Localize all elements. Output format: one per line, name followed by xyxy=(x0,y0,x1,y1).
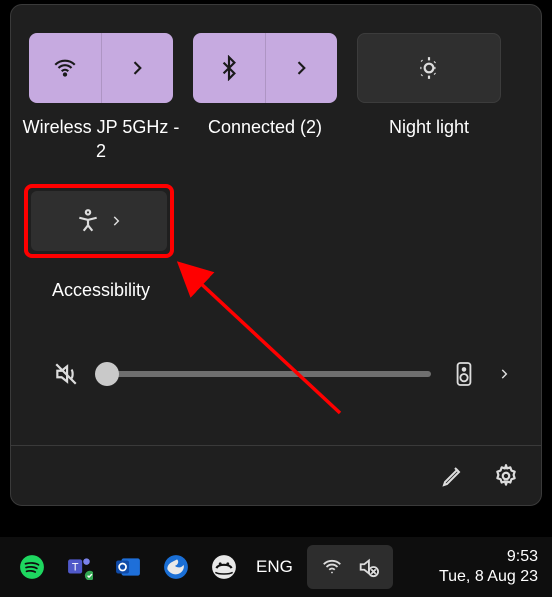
bluetooth-tile[interactable] xyxy=(193,33,337,103)
wifi-expand-button[interactable] xyxy=(102,33,174,103)
audio-output-button[interactable] xyxy=(453,361,475,387)
quick-settings-tiles-row: Wireless JP 5GHz - 2 Connected (2) xyxy=(29,33,523,164)
quick-settings-footer xyxy=(11,445,541,505)
nightlight-icon xyxy=(358,34,500,102)
wifi-tile-group: Wireless JP 5GHz - 2 xyxy=(29,33,173,164)
edit-quick-settings-button[interactable] xyxy=(441,464,465,488)
tray-wifi-icon xyxy=(321,556,343,578)
accessibility-icon xyxy=(75,208,101,234)
taskbar-apps: T xyxy=(18,553,238,581)
wifi-label: Wireless JP 5GHz - 2 xyxy=(21,115,181,164)
language-indicator[interactable]: ENG xyxy=(256,557,293,577)
accessibility-tile[interactable] xyxy=(31,191,167,251)
settings-button[interactable] xyxy=(493,463,519,489)
app-icon[interactable] xyxy=(210,553,238,581)
taskbar-clock[interactable]: 9:53 Tue, 8 Aug 23 xyxy=(439,547,538,587)
annotation-highlight xyxy=(24,184,174,258)
bluetooth-tile-group: Connected (2) xyxy=(193,33,337,164)
accessibility-tile-group: Accessibility xyxy=(29,184,173,302)
accessibility-expand-icon xyxy=(109,214,123,228)
audio-output-expand-icon[interactable] xyxy=(497,367,511,381)
clock-time: 9:53 xyxy=(439,547,538,567)
bluetooth-expand-button[interactable] xyxy=(266,33,338,103)
nightlight-tile-group: Night light xyxy=(357,33,501,164)
nightlight-label: Night light xyxy=(349,115,509,139)
wifi-tile[interactable] xyxy=(29,33,173,103)
taskbar: T ENG 9:53 Tue, 8 Aug 23 xyxy=(0,537,552,597)
accessibility-label: Accessibility xyxy=(21,278,181,302)
thunderbird-app-icon[interactable] xyxy=(162,553,190,581)
bluetooth-label: Connected (2) xyxy=(185,115,345,139)
nightlight-tile[interactable] xyxy=(357,33,501,103)
quick-settings-tiles-row-2: Accessibility xyxy=(29,184,523,302)
clock-date: Tue, 8 Aug 23 xyxy=(439,567,538,587)
spotify-app-icon[interactable] xyxy=(18,553,46,581)
tray-volume-muted-icon xyxy=(357,556,379,578)
volume-mute-icon[interactable] xyxy=(53,361,79,387)
outlook-app-icon[interactable] xyxy=(114,553,142,581)
bluetooth-icon xyxy=(193,33,265,103)
quick-settings-panel: Wireless JP 5GHz - 2 Connected (2) xyxy=(10,4,542,506)
teams-app-icon[interactable]: T xyxy=(66,553,94,581)
volume-slider[interactable] xyxy=(101,371,431,377)
wifi-icon xyxy=(29,33,101,103)
svg-text:T: T xyxy=(72,561,79,573)
volume-slider-thumb[interactable] xyxy=(95,362,119,386)
volume-row xyxy=(53,361,511,387)
system-tray-active[interactable] xyxy=(307,545,393,589)
